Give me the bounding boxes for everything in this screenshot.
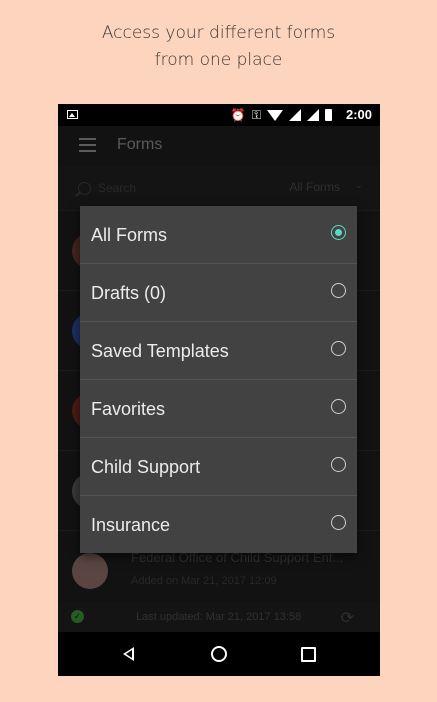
filter-option-label: Saved Templates — [91, 341, 229, 361]
battery-icon — [325, 109, 332, 121]
phone-screen: ⏰ ⚿ 2:00 Forms Search All Forms ⌄ Federa… — [58, 104, 380, 676]
home-icon[interactable] — [211, 646, 227, 662]
wifi-icon — [267, 109, 283, 121]
radio-icon[interactable] — [331, 457, 346, 472]
recent-apps-icon[interactable] — [301, 647, 316, 662]
clock: 2:00 — [345, 107, 372, 122]
radio-icon[interactable] — [331, 515, 346, 530]
signal-icon — [289, 109, 301, 121]
filter-option-saved-templates[interactable]: Saved Templates — [80, 322, 357, 380]
radio-selected-icon[interactable] — [331, 225, 346, 240]
status-icons: ⏰ ⚿ — [231, 108, 332, 122]
key-icon: ⚿ — [251, 107, 261, 122]
alarm-icon: ⏰ — [230, 108, 246, 122]
promo-caption: Access your different forms from one pla… — [0, 20, 437, 74]
radio-icon[interactable] — [331, 283, 346, 298]
filter-option-label: Child Support — [91, 457, 201, 477]
filter-option-child-support[interactable]: Child Support — [80, 438, 357, 496]
radio-icon[interactable] — [331, 399, 346, 414]
system-nav-bar — [58, 632, 380, 676]
filter-option-all-forms[interactable]: All Forms — [80, 206, 357, 264]
caption-line-2: from one place — [154, 50, 283, 70]
filter-option-insurance[interactable]: Insurance — [80, 496, 357, 553]
filter-option-label: Drafts (0) — [91, 283, 167, 303]
filter-option-label: Insurance — [91, 515, 171, 535]
filter-option-label: All Forms — [91, 225, 167, 245]
filter-option-drafts[interactable]: Drafts (0) — [80, 264, 357, 322]
back-icon[interactable] — [123, 647, 134, 661]
image-icon — [67, 110, 78, 119]
signal-icon-2 — [307, 109, 319, 121]
caption-line-1: Access your different forms — [101, 23, 336, 43]
status-bar: ⏰ ⚿ 2:00 — [58, 104, 380, 126]
filter-option-favorites[interactable]: Favorites — [80, 380, 357, 438]
radio-icon[interactable] — [331, 341, 346, 356]
filter-option-label: Favorites — [91, 399, 166, 419]
filter-menu: All Forms Drafts (0) Saved Templates Fav… — [80, 206, 357, 553]
